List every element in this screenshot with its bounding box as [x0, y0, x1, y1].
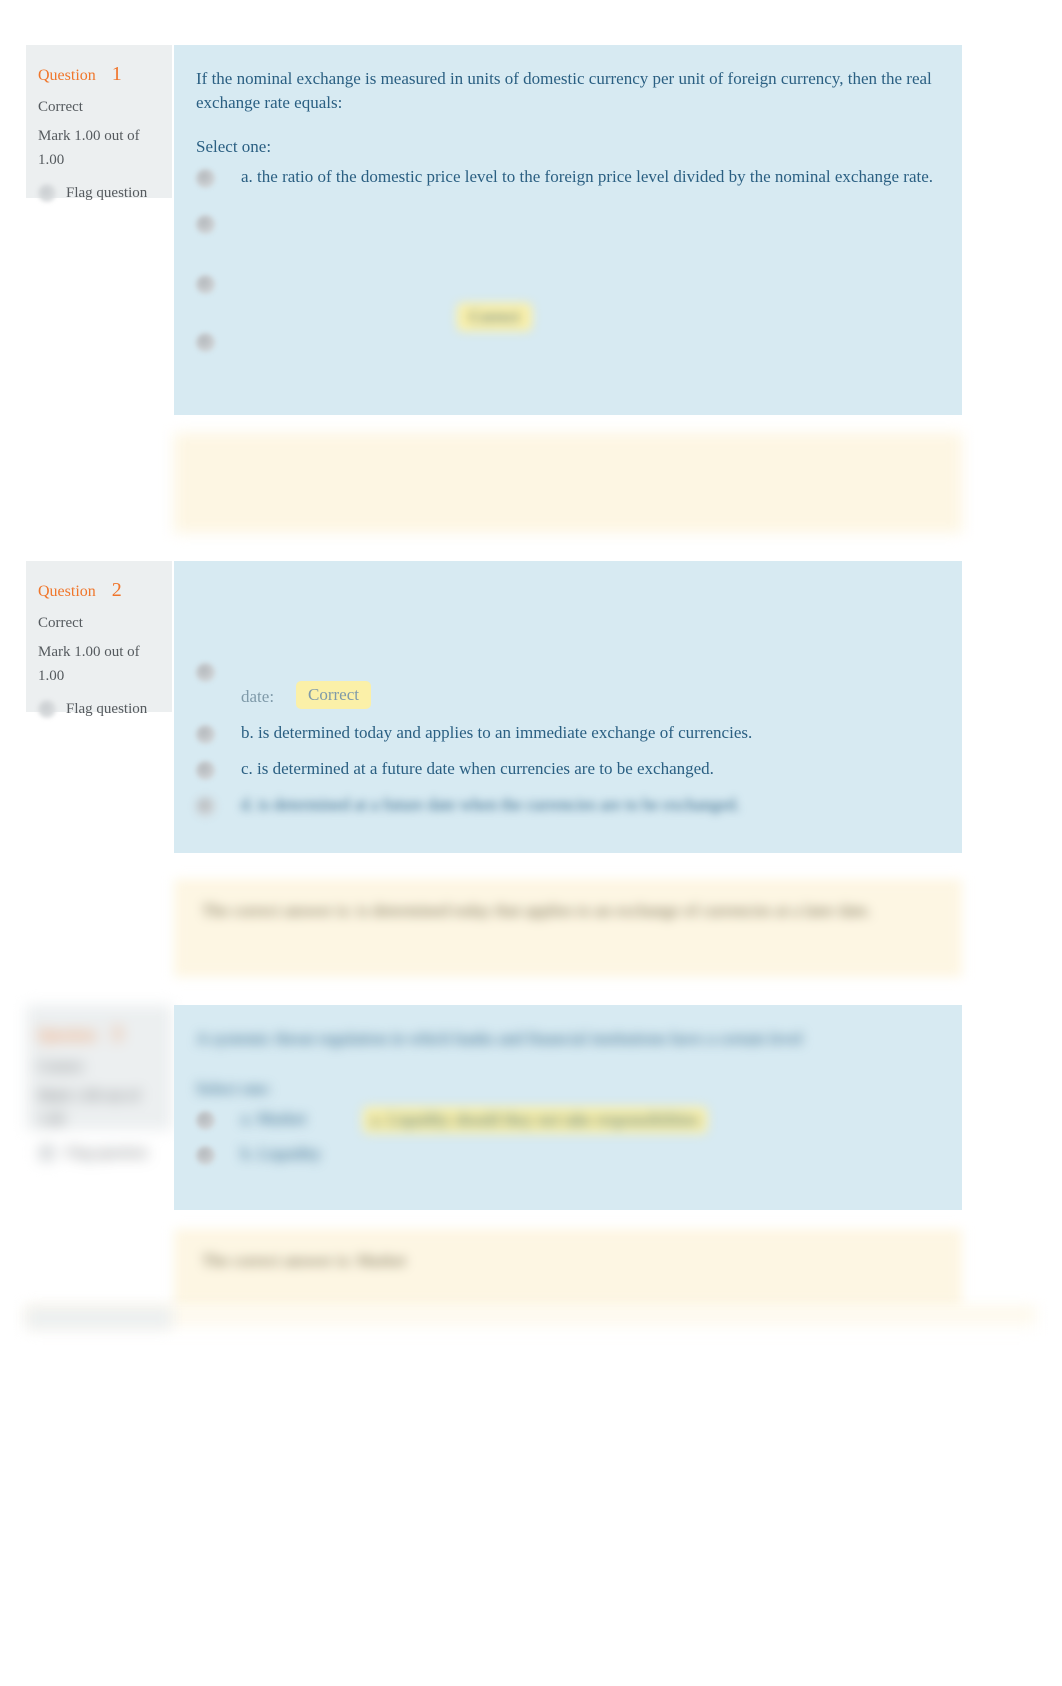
question-number: 1 [111, 63, 122, 85]
answer-option-a-3[interactable]: a. Market a. Liquidity should they not t… [196, 1107, 934, 1134]
question-feedback-1 [174, 433, 962, 533]
question-content-2: date: Correct b. is determined today and… [174, 561, 962, 853]
flag-icon [38, 1144, 56, 1163]
correct-badge: Correct [296, 681, 371, 710]
radio-icon[interactable] [196, 215, 215, 235]
radio-icon[interactable] [196, 333, 215, 353]
answer-option-b-3[interactable]: b. Liquidity [196, 1142, 934, 1168]
question-heading-3: Question 3 [38, 1019, 160, 1050]
answer-option-d-1[interactable] [196, 329, 934, 355]
radio-icon[interactable] [196, 1146, 215, 1166]
radio-icon[interactable] [196, 663, 215, 682]
feedback-text: The correct answer is: Market [202, 1251, 406, 1270]
page-bottom-strip [26, 1307, 1036, 1333]
answer-option-d-2[interactable]: d. is determined at a future date when t… [196, 793, 934, 819]
flag-icon [38, 700, 56, 719]
question-content-3: A systemic threat regulation in which ba… [174, 1005, 962, 1210]
question-label: Question [38, 1027, 96, 1044]
quiz-review-page: Question 1 Correct Mark 1.00 out of 1.00 … [0, 0, 1062, 1686]
question-info-panel-1: Question 1 Correct Mark 1.00 out of 1.00 … [26, 45, 172, 203]
flag-question-label: Flag question [66, 700, 148, 717]
answer-option-c-1[interactable]: Correct [196, 271, 934, 332]
answer-option-b-2[interactable]: b. is determined today and applies to an… [196, 721, 934, 747]
answer-option-c-2[interactable]: c. is determined at a future date when c… [196, 757, 934, 783]
answer-option-label: c. is determined at a future date when c… [241, 759, 714, 778]
select-one-prompt-1: Select one: [196, 137, 272, 157]
flag-question-3[interactable]: Flag question [38, 1142, 160, 1165]
question-feedback-2: The correct answer is: is determined tod… [174, 879, 962, 977]
question-stem-1: If the nominal exchange is measured in u… [196, 69, 932, 113]
question-stem-3: A systemic threat regulation in which ba… [196, 1029, 803, 1048]
flag-question-1[interactable]: Flag question [38, 182, 160, 205]
answer-option-label: b. is determined today and applies to an… [241, 723, 753, 742]
answer-option-label: a. Market [241, 1109, 307, 1129]
correct-badge: Correct [457, 303, 532, 332]
question-block-2: Question 2 Correct Mark 1.00 out of 1.00 … [26, 561, 1036, 853]
select-one-prompt-3: Select one: [196, 1079, 272, 1099]
flag-question-label: Flag question [66, 184, 148, 201]
feedback-text: The correct answer is: is determined tod… [202, 901, 872, 920]
answer-option-label: b. Liquidity [241, 1144, 322, 1164]
answer-option-a-2[interactable]: date: Correct [196, 659, 934, 710]
question-block-3: Question 3 Correct Mark 1.00 out of 1.00 … [26, 1005, 1036, 1210]
page-bottom-info-strip [26, 1307, 172, 1329]
question-feedback-3: The correct answer is: Market [174, 1229, 962, 1307]
answer-option-label: a. the ratio of the domestic price level… [241, 167, 934, 187]
radio-icon[interactable] [196, 797, 215, 816]
radio-icon[interactable] [196, 169, 215, 189]
question-heading-1: Question 1 [38, 59, 160, 90]
question-info-panel-3: Question 3 Correct Mark 1.00 out of 1.00 … [26, 1005, 172, 1163]
radio-icon[interactable] [196, 725, 215, 744]
question-state-3: Correct [38, 1059, 83, 1075]
question-label: Question [38, 583, 96, 600]
answer-option-label: d. is determined at a future date when t… [241, 795, 740, 814]
radio-icon[interactable] [196, 1111, 215, 1131]
question-state-2: Correct [38, 615, 83, 631]
question-block-1: Question 1 Correct Mark 1.00 out of 1.00 … [26, 45, 1036, 415]
question-content-1: If the nominal exchange is measured in u… [174, 45, 962, 415]
flag-icon [38, 184, 56, 203]
question-mark-1: Mark 1.00 out of 1.00 [38, 128, 140, 168]
question-mark-2: Mark 1.00 out of 1.00 [38, 644, 140, 684]
answer-option-a-1[interactable]: a. the ratio of the domestic price level… [196, 165, 934, 191]
question-label: Question [38, 67, 96, 84]
question-info-panel-2: Question 2 Correct Mark 1.00 out of 1.00 … [26, 561, 172, 719]
question-heading-2: Question 2 [38, 575, 160, 606]
question-number: 3 [111, 1023, 122, 1045]
flag-question-2[interactable]: Flag question [38, 698, 160, 721]
flag-question-label: Flag question [66, 1144, 148, 1161]
radio-icon[interactable] [196, 761, 215, 780]
radio-icon[interactable] [196, 275, 215, 295]
question-number: 2 [111, 579, 122, 601]
question-state-1: Correct [38, 99, 83, 115]
question-mark-3: Mark 1.00 out of 1.00 [38, 1088, 140, 1128]
answer-option-b-1[interactable] [196, 211, 934, 237]
correct-badge: a. Liquidity should they not take respon… [363, 1107, 708, 1134]
